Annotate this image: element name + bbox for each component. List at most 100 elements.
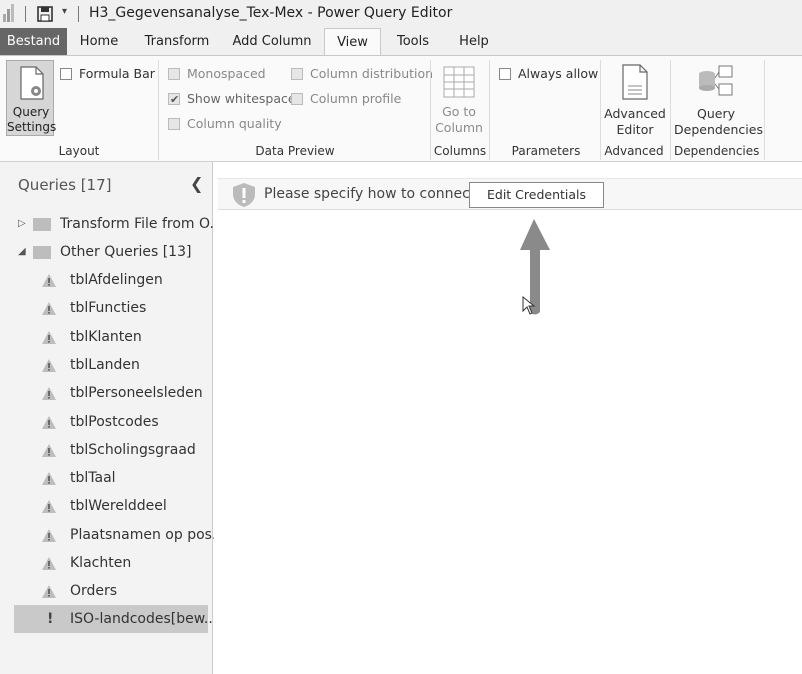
- always-allow-label: Always allow: [518, 66, 599, 81]
- folder-transform-file[interactable]: ▷ Transform File from O...: [0, 211, 223, 237]
- collapse-icon[interactable]: ◢: [18, 239, 26, 265]
- tab-add-column[interactable]: Add Column: [226, 28, 318, 55]
- query-label: tblPersoneelsleden: [70, 385, 203, 402]
- checkbox-box[interactable]: [291, 68, 303, 80]
- query-item[interactable]: tblLanden: [0, 351, 213, 379]
- tab-tools[interactable]: Tools: [388, 28, 438, 55]
- group-label-data-preview: Data Preview: [255, 144, 335, 158]
- folder-other-queries[interactable]: ◢ Other Queries [13]: [0, 239, 213, 265]
- queries-header: Queries [17]: [18, 176, 112, 194]
- column-distribution-label: Column distribution: [310, 66, 434, 81]
- group-label-dependencies: Dependencies: [674, 144, 760, 158]
- query-label: Plaatsnamen op pos...: [70, 526, 226, 543]
- ribbon-tabs: Bestand Home Transform Add Column View T…: [0, 28, 802, 56]
- mouse-cursor-icon: [522, 296, 536, 315]
- query-item[interactable]: tblScholingsgraad: [0, 436, 213, 464]
- edit-credentials-button[interactable]: Edit Credentials: [469, 182, 604, 208]
- queries-pane: Queries [17] ❮ ▷ Transform File from O..…: [0, 162, 392, 674]
- column-profile-label: Column profile: [310, 91, 402, 106]
- query-item[interactable]: tblPersoneelsleden: [0, 379, 213, 407]
- query-item[interactable]: tblKlanten: [0, 323, 213, 351]
- group-label-columns: Columns: [433, 144, 487, 158]
- go-to-column-label-2: Column: [435, 120, 483, 135]
- query-item[interactable]: tblPostcodes: [0, 408, 213, 436]
- group-separator: [600, 60, 601, 160]
- checkbox-box[interactable]: [60, 68, 72, 80]
- tab-bestand[interactable]: Bestand: [0, 28, 67, 55]
- query-label: Klachten: [70, 555, 132, 571]
- query-dependencies-icon: [699, 65, 733, 96]
- query-item[interactable]: Plaatsnamen op pos...: [0, 521, 225, 549]
- warning-icon: [42, 302, 56, 316]
- checkbox-box[interactable]: [168, 68, 180, 80]
- main-area: Please specify how to connect. Edit Cred…: [214, 162, 802, 674]
- warning-icon: [42, 585, 56, 599]
- query-settings-button[interactable]: Query Settings: [6, 60, 57, 136]
- group-label-parameters: Parameters: [511, 144, 581, 158]
- query-label: Orders: [70, 583, 118, 600]
- info-message: Please specify how to connect.: [264, 186, 480, 202]
- shield-warning-icon: [233, 183, 255, 207]
- query-item[interactable]: tblTaal: [0, 464, 213, 492]
- warning-icon: [42, 358, 56, 372]
- advanced-editor-label-2: Editor: [616, 122, 654, 137]
- query-item-selected[interactable]: ! ISO-landcodes[bew...: [14, 605, 217, 633]
- warning-icon: [42, 500, 56, 514]
- quick-access-dropdown-icon[interactable]: ▾: [62, 6, 67, 17]
- collapse-pane-icon[interactable]: ❮: [190, 174, 203, 193]
- folder-icon: [33, 246, 51, 259]
- folder-label: Other Queries [13]: [60, 244, 192, 260]
- advanced-editor-button[interactable]: Advanced Editor: [604, 64, 666, 138]
- query-item[interactable]: tblFuncties: [0, 294, 213, 322]
- query-label: ISO-landcodes[bew...: [70, 611, 218, 627]
- query-item[interactable]: Klachten: [0, 549, 213, 577]
- query-dependencies-button[interactable]: Query Dependencies: [674, 64, 763, 138]
- folder-label: Transform File from O...: [60, 216, 223, 232]
- checkbox-box[interactable]: [168, 118, 180, 130]
- go-to-column-label-1: Go to: [442, 104, 476, 119]
- group-label-layout: Layout: [58, 144, 100, 158]
- query-label: tblFuncties: [70, 300, 147, 317]
- tab-transform[interactable]: Transform: [134, 28, 220, 55]
- error-icon: !: [47, 611, 54, 627]
- folder-icon: [33, 218, 51, 231]
- query-label: tblKlanten: [70, 328, 142, 345]
- save-icon[interactable]: [37, 6, 53, 22]
- warning-icon: [42, 443, 56, 457]
- advanced-editor-icon: [622, 64, 648, 100]
- formula-bar-label: Formula Bar: [79, 66, 155, 81]
- query-settings-label-1: Query: [12, 105, 50, 119]
- ribbon: Query Settings Formula Bar Layout Monosp…: [0, 55, 802, 162]
- checkbox-box[interactable]: [499, 68, 511, 80]
- query-label: tblLanden: [70, 356, 140, 373]
- warning-icon: [42, 415, 56, 429]
- query-label: tblPostcodes: [70, 413, 159, 430]
- warning-icon: [42, 557, 56, 570]
- column-quality-label: Column quality: [187, 116, 282, 131]
- tab-help[interactable]: Help: [448, 28, 500, 55]
- group-separator: [430, 60, 431, 160]
- checkbox-box[interactable]: ✔: [168, 93, 180, 106]
- checkbox-box[interactable]: [291, 93, 303, 105]
- tab-home[interactable]: Home: [71, 28, 127, 55]
- expand-icon[interactable]: ▷: [18, 211, 26, 237]
- query-settings-label-2: Settings: [7, 120, 57, 134]
- power-query-logo-icon: [3, 4, 14, 22]
- window-title: H3_Gegevensanalyse_Tex-Mex - Power Query…: [89, 5, 453, 21]
- query-item[interactable]: tblAfdelingen: [0, 266, 213, 294]
- query-label: tblWerelddeel: [70, 498, 167, 515]
- checkmark-icon: ✔: [170, 93, 180, 106]
- group-separator: [670, 60, 671, 160]
- tab-view[interactable]: View: [324, 28, 381, 56]
- warning-icon: [42, 330, 56, 344]
- credentials-info-bar: Please specify how to connect. Edit Cred…: [218, 178, 802, 210]
- title-separator: [78, 6, 79, 22]
- query-dependencies-label-2: Dependencies: [674, 122, 763, 137]
- query-label: tblScholingsgraad: [70, 441, 196, 458]
- group-label-advanced: Advanced: [604, 144, 664, 158]
- go-to-column-button[interactable]: Go to Column: [434, 66, 484, 136]
- monospaced-label: Monospaced: [187, 66, 266, 81]
- advanced-editor-label-1: Advanced: [604, 106, 666, 121]
- query-item[interactable]: Orders: [0, 577, 213, 605]
- query-item[interactable]: tblWerelddeel: [0, 492, 213, 520]
